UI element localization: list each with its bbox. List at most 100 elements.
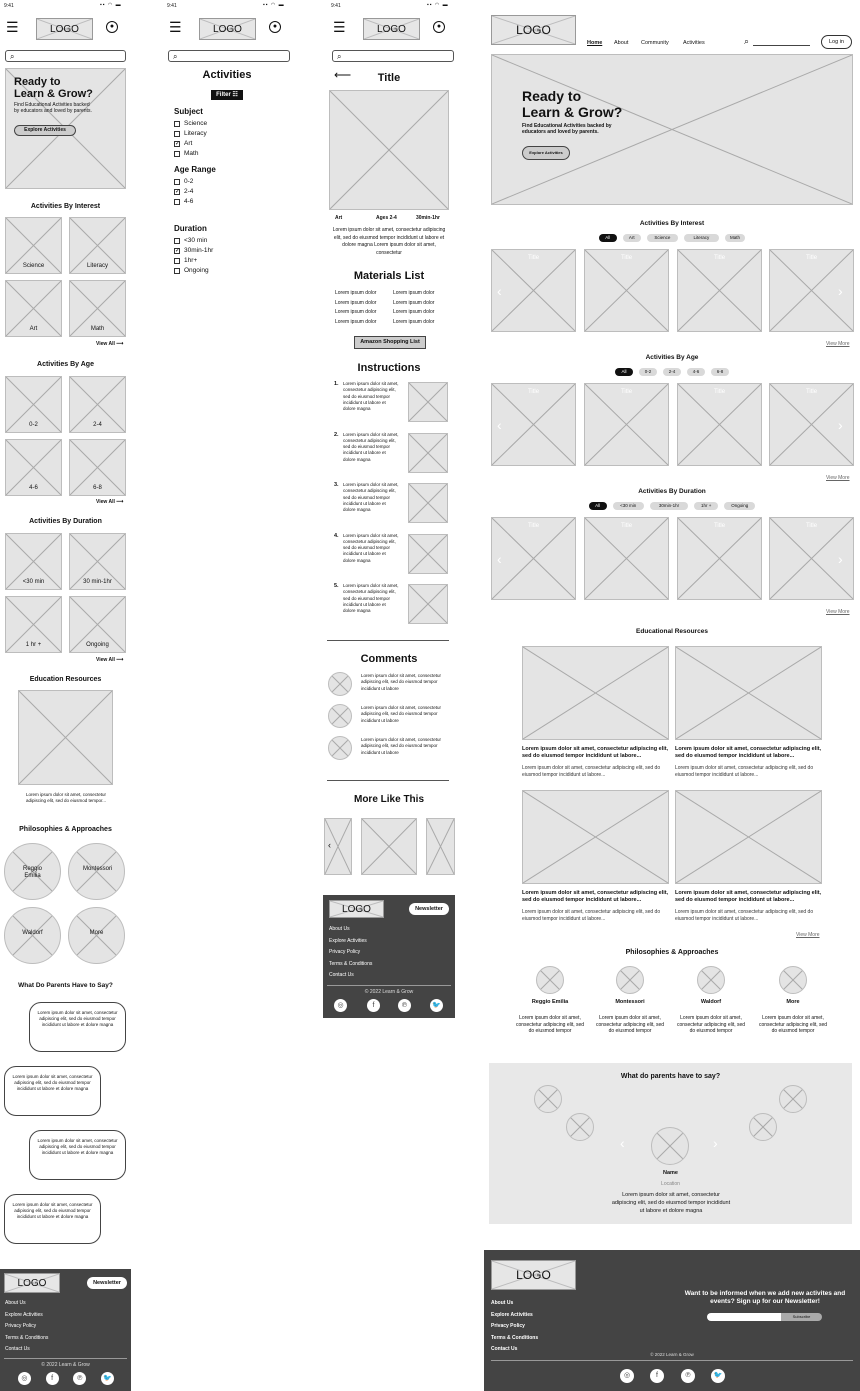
nav-link-about[interactable]: About (614, 40, 628, 46)
duration-filter-chip[interactable]: <30 min (612, 502, 644, 510)
carousel-prev-icon[interactable]: ‹ (497, 283, 502, 299)
twitter-icon[interactable]: 🐦 (430, 999, 443, 1012)
footer-link-2[interactable]: Privacy Policy (329, 949, 360, 955)
twitter-icon[interactable]: 🐦 (711, 1369, 725, 1383)
age-card[interactable]: 2-4 (69, 376, 126, 433)
philosophy-circle[interactable] (779, 966, 807, 994)
chevron-left-icon[interactable]: ‹ (328, 840, 331, 850)
view-all-link[interactable]: View All ⟶ (96, 657, 123, 663)
login-button[interactable]: Log in (821, 35, 852, 49)
instagram-icon[interactable]: ◎ (334, 999, 347, 1012)
testimonial-next-icon[interactable]: › (713, 1135, 718, 1151)
facebook-icon[interactable]: f (650, 1369, 664, 1383)
newsletter-email-input[interactable] (707, 1313, 781, 1321)
resource-heading[interactable]: Lorem ipsum dolor sit amet, consectetur … (522, 746, 669, 760)
menu-icon[interactable]: ☰ (169, 20, 182, 34)
duration-filter-chip[interactable]: Ongoing (724, 502, 756, 510)
age-card[interactable]: 0-2 (5, 376, 62, 433)
view-more-link[interactable]: View More (826, 341, 850, 347)
age-filter-chip[interactable]: 0-2 (639, 368, 657, 376)
explore-activities-button[interactable]: Explore Activities (522, 146, 570, 160)
menu-icon[interactable]: ☰ (6, 20, 19, 34)
checkbox[interactable] (174, 131, 180, 137)
duration-card[interactable]: 30 min-1hr (69, 533, 126, 590)
footer-link-3[interactable]: Terms & Conditions (329, 961, 372, 967)
view-all-link[interactable]: View All ⟶ (96, 499, 123, 505)
interest-card[interactable]: Art (5, 280, 62, 337)
carousel-prev-icon[interactable]: ‹ (497, 417, 502, 433)
view-more-link[interactable]: View More (826, 475, 850, 481)
age-filter-chip[interactable]: 2-4 (663, 368, 681, 376)
age-filter-chip[interactable]: 6-8 (711, 368, 729, 376)
instagram-icon[interactable]: ◎ (17, 1372, 31, 1385)
carousel-next-icon[interactable]: › (838, 417, 843, 433)
age-filter-chip[interactable]: All (615, 368, 633, 376)
resource-image[interactable] (675, 790, 822, 884)
interest-filter-chip[interactable]: Math (724, 234, 746, 242)
age-card[interactable]: 4-6 (5, 439, 62, 496)
resource-heading[interactable]: Lorem ipsum dolor sit amet, consectetur … (675, 746, 822, 760)
pinterest-icon[interactable]: ℗ (681, 1369, 695, 1383)
carousel-next-icon[interactable]: › (838, 551, 843, 567)
amazon-shopping-list-button[interactable]: Amazon Shopping List (354, 336, 426, 349)
duration-card[interactable]: Title (491, 517, 576, 600)
newsletter-button[interactable]: Newsletter (409, 903, 449, 915)
carousel-prev-icon[interactable]: ‹ (497, 551, 502, 567)
search-icon[interactable]: ⌕ (744, 36, 749, 47)
interest-card[interactable]: Science (5, 217, 62, 274)
philosophy-circle[interactable]: Waldorf (4, 907, 61, 964)
resource-heading[interactable]: Lorem ipsum dolor sit amet, consectetur … (675, 890, 822, 904)
interest-card[interactable]: Literacy (69, 217, 126, 274)
philosophy-circle[interactable] (697, 966, 725, 994)
checkbox[interactable] (174, 179, 180, 185)
view-more-link[interactable]: View More (826, 609, 850, 615)
checkbox[interactable] (174, 258, 180, 264)
subscribe-button[interactable]: Subscribe (781, 1313, 822, 1321)
interest-filter-chip[interactable]: Literacy (684, 234, 719, 242)
duration-card[interactable]: Title (677, 517, 762, 600)
footer-logo[interactable]: LOGO (4, 1273, 60, 1293)
checkbox[interactable]: ✓ (174, 248, 180, 254)
logo[interactable]: LOGO (491, 15, 576, 45)
philosophy-circle[interactable] (616, 966, 644, 994)
interest-card[interactable]: Title (584, 249, 669, 332)
footer-link-4[interactable]: Contact Us (5, 1346, 30, 1352)
resource-heading[interactable]: Lorem ipsum dolor sit amet, consectetur … (522, 890, 669, 904)
newsletter-button[interactable]: Newsletter (87, 1277, 127, 1289)
logo[interactable]: LOGO (36, 18, 93, 40)
age-card[interactable]: Title (491, 383, 576, 466)
checkbox[interactable] (174, 121, 180, 127)
age-card[interactable]: Title (584, 383, 669, 466)
view-more-link[interactable]: View More (796, 932, 820, 938)
resource-image[interactable] (522, 646, 669, 740)
checkbox[interactable] (174, 151, 180, 157)
nav-link-community[interactable]: Community (641, 40, 669, 46)
facebook-icon[interactable]: f (45, 1372, 59, 1385)
nav-link-activities[interactable]: Activities (683, 40, 705, 46)
footer-logo[interactable]: LOGO (329, 900, 384, 918)
interest-filter-chip[interactable]: Science (646, 234, 678, 242)
resource-image[interactable] (675, 646, 822, 740)
footer-link-0[interactable]: About Us (491, 1300, 513, 1306)
footer-link-1[interactable]: Explore Activities (5, 1312, 43, 1318)
footer-link-4[interactable]: Contact Us (329, 972, 354, 978)
explore-activities-button[interactable]: Explore Activities (14, 125, 76, 136)
footer-link-0[interactable]: About Us (329, 926, 350, 932)
account-icon[interactable]: ● (433, 21, 445, 33)
philosophy-circle[interactable] (536, 966, 564, 994)
instagram-icon[interactable]: ◎ (620, 1369, 634, 1383)
checkbox[interactable] (174, 199, 180, 205)
duration-card[interactable]: <30 min (5, 533, 62, 590)
age-card[interactable]: 6-8 (69, 439, 126, 496)
duration-card[interactable]: 1 hr + (5, 596, 62, 653)
account-icon[interactable]: ● (106, 21, 118, 33)
footer-link-2[interactable]: Privacy Policy (491, 1323, 525, 1329)
interest-card[interactable]: Title (491, 249, 576, 332)
search-input[interactable]: ⌕ (5, 50, 126, 62)
account-icon[interactable]: ● (269, 21, 281, 33)
philosophy-circle[interactable]: Reggio Emilia (4, 843, 61, 900)
nav-link-home[interactable]: Home (587, 40, 602, 46)
duration-filter-chip[interactable]: All (588, 502, 607, 510)
interest-filter-chip[interactable]: All (598, 234, 617, 242)
interest-card[interactable]: Title (677, 249, 762, 332)
